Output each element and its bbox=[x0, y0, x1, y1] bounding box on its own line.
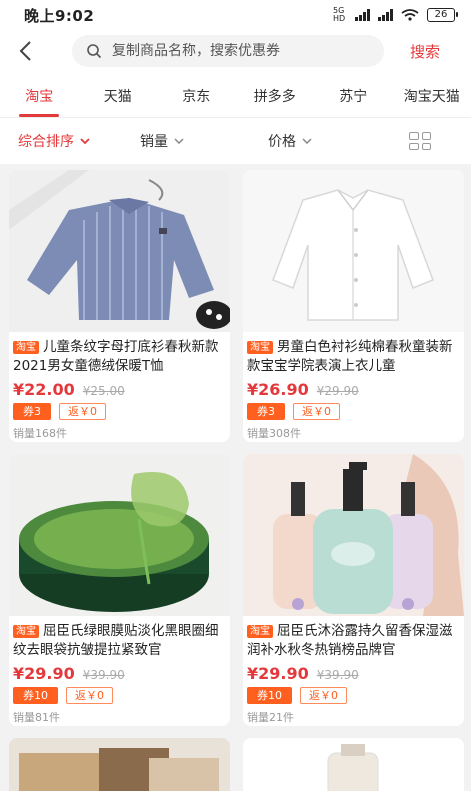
rebate-tag: 返￥0 bbox=[293, 403, 340, 420]
original-price: ¥29.90 bbox=[316, 384, 359, 398]
tab-pinduoduo[interactable]: 拼多多 bbox=[236, 72, 315, 117]
rebate-tag: 返￥0 bbox=[300, 687, 347, 704]
product-card[interactable]: 淘宝 男童白色衬衫纯棉春秋童装新款宝宝学院表演上衣儿童 ¥26.90 ¥29.90… bbox=[243, 170, 464, 442]
status-time: 晚上9:02 bbox=[24, 6, 95, 25]
product-price: ¥29.90 bbox=[13, 664, 75, 683]
product-price: ¥29.90 bbox=[247, 664, 309, 683]
product-price: ¥22.00 bbox=[13, 380, 75, 399]
search-box[interactable] bbox=[72, 35, 384, 67]
product-image bbox=[9, 738, 230, 791]
product-title: 淘宝 儿童条纹字母打底衫春秋新款2021男女童德绒保暖T恤 bbox=[9, 332, 230, 376]
search-header: 搜索 bbox=[0, 30, 471, 72]
platform-badge: 淘宝 bbox=[13, 625, 39, 638]
platform-badge: 淘宝 bbox=[247, 341, 273, 354]
product-title: 淘宝 男童白色衬衫纯棉春秋童装新款宝宝学院表演上衣儿童 bbox=[243, 332, 464, 376]
product-grid: 淘宝 儿童条纹字母打底衫春秋新款2021男女童德绒保暖T恤 ¥22.00 ¥25.… bbox=[9, 170, 464, 791]
sort-sales-label: 销量 bbox=[140, 134, 168, 150]
product-card[interactable]: 淘宝 屈臣氏沐浴露持久留香保湿滋润补水秋冬热销榜品牌官 ¥29.90 ¥39.90… bbox=[243, 454, 464, 726]
product-image bbox=[243, 738, 464, 791]
sort-price[interactable]: 价格 bbox=[268, 131, 312, 151]
search-input[interactable] bbox=[112, 43, 382, 59]
product-image bbox=[243, 454, 464, 616]
product-title: 淘宝 屈臣氏绿眼膜贴淡化黑眼圈细纹去眼袋抗皱提拉紧致官 bbox=[9, 616, 230, 660]
coupon-tag: 券10 bbox=[13, 687, 58, 704]
sales-count: 销量21件 bbox=[247, 711, 294, 724]
platform-tabs: 淘宝 天猫 京东 拼多多 苏宁 淘宝天猫 bbox=[0, 72, 471, 118]
chevron-left-icon bbox=[19, 41, 31, 61]
sort-price-label: 价格 bbox=[268, 134, 296, 150]
product-image bbox=[9, 454, 230, 616]
status-bar: 晚上9:02 5G HD 26 bbox=[0, 0, 471, 30]
tab-jd[interactable]: 京东 bbox=[157, 72, 236, 117]
product-price: ¥26.90 bbox=[247, 380, 309, 399]
sort-sales[interactable]: 销量 bbox=[140, 131, 184, 151]
product-card[interactable]: 淘宝 屈臣氏绿眼膜贴淡化黑眼圈细纹去眼袋抗皱提拉紧致官 ¥29.90 ¥39.90… bbox=[9, 454, 230, 726]
coupon-tag: 券10 bbox=[247, 687, 292, 704]
tab-suning[interactable]: 苏宁 bbox=[314, 72, 393, 117]
tab-tmall[interactable]: 天猫 bbox=[79, 72, 158, 117]
product-title: 淘宝 屈臣氏沐浴露持久留香保湿滋润补水秋冬热销榜品牌官 bbox=[243, 616, 464, 660]
product-image bbox=[243, 170, 464, 332]
sales-count: 销量168件 bbox=[13, 427, 67, 440]
platform-badge: 淘宝 bbox=[13, 341, 39, 354]
coupon-tag: 券3 bbox=[13, 403, 51, 420]
signal-icon bbox=[355, 9, 370, 21]
original-price: ¥39.90 bbox=[316, 668, 359, 682]
sort-overall-label: 综合排序 bbox=[18, 134, 74, 150]
chevron-down-icon bbox=[80, 138, 90, 144]
product-card[interactable]: 淘宝 儿童条纹字母打底衫春秋新款2021男女童德绒保暖T恤 ¥22.00 ¥25.… bbox=[9, 170, 230, 442]
signal-icon-2 bbox=[378, 9, 393, 21]
back-button[interactable] bbox=[18, 40, 44, 62]
battery-icon: 26 bbox=[427, 8, 458, 22]
sort-overall[interactable]: 综合排序 bbox=[18, 131, 90, 151]
product-card[interactable] bbox=[243, 738, 464, 791]
rebate-tag: 返￥0 bbox=[59, 403, 106, 420]
original-price: ¥25.00 bbox=[82, 384, 125, 398]
product-title-text: 屈臣氏沐浴露持久留香保湿滋润补水秋冬热销榜品牌官 bbox=[247, 623, 453, 658]
product-card[interactable] bbox=[9, 738, 230, 791]
wifi-icon bbox=[401, 9, 419, 21]
product-title-text: 儿童条纹字母打底衫春秋新款2021男女童德绒保暖T恤 bbox=[13, 339, 219, 374]
chevron-down-icon bbox=[174, 138, 184, 144]
rebate-tag: 返￥0 bbox=[66, 687, 113, 704]
platform-badge: 淘宝 bbox=[247, 625, 273, 638]
network-label: 5G HD bbox=[333, 6, 346, 23]
tab-taobao-tmall[interactable]: 淘宝天猫 bbox=[393, 72, 471, 117]
search-button[interactable]: 搜索 bbox=[410, 41, 440, 62]
chevron-down-icon bbox=[302, 138, 312, 144]
sales-count: 销量308件 bbox=[247, 427, 301, 440]
product-title-text: 屈臣氏绿眼膜贴淡化黑眼圈细纹去眼袋抗皱提拉紧致官 bbox=[13, 623, 219, 658]
sales-count: 销量81件 bbox=[13, 711, 60, 724]
sort-bar: 综合排序 销量 价格 bbox=[0, 118, 471, 164]
original-price: ¥39.90 bbox=[82, 668, 125, 682]
tab-taobao[interactable]: 淘宝 bbox=[0, 72, 79, 117]
product-title-text: 男童白色衬衫纯棉春秋童装新款宝宝学院表演上衣儿童 bbox=[247, 339, 453, 374]
search-icon bbox=[87, 44, 102, 59]
coupon-tag: 券3 bbox=[247, 403, 285, 420]
product-image bbox=[9, 170, 230, 332]
grid-view-icon[interactable] bbox=[409, 132, 431, 150]
